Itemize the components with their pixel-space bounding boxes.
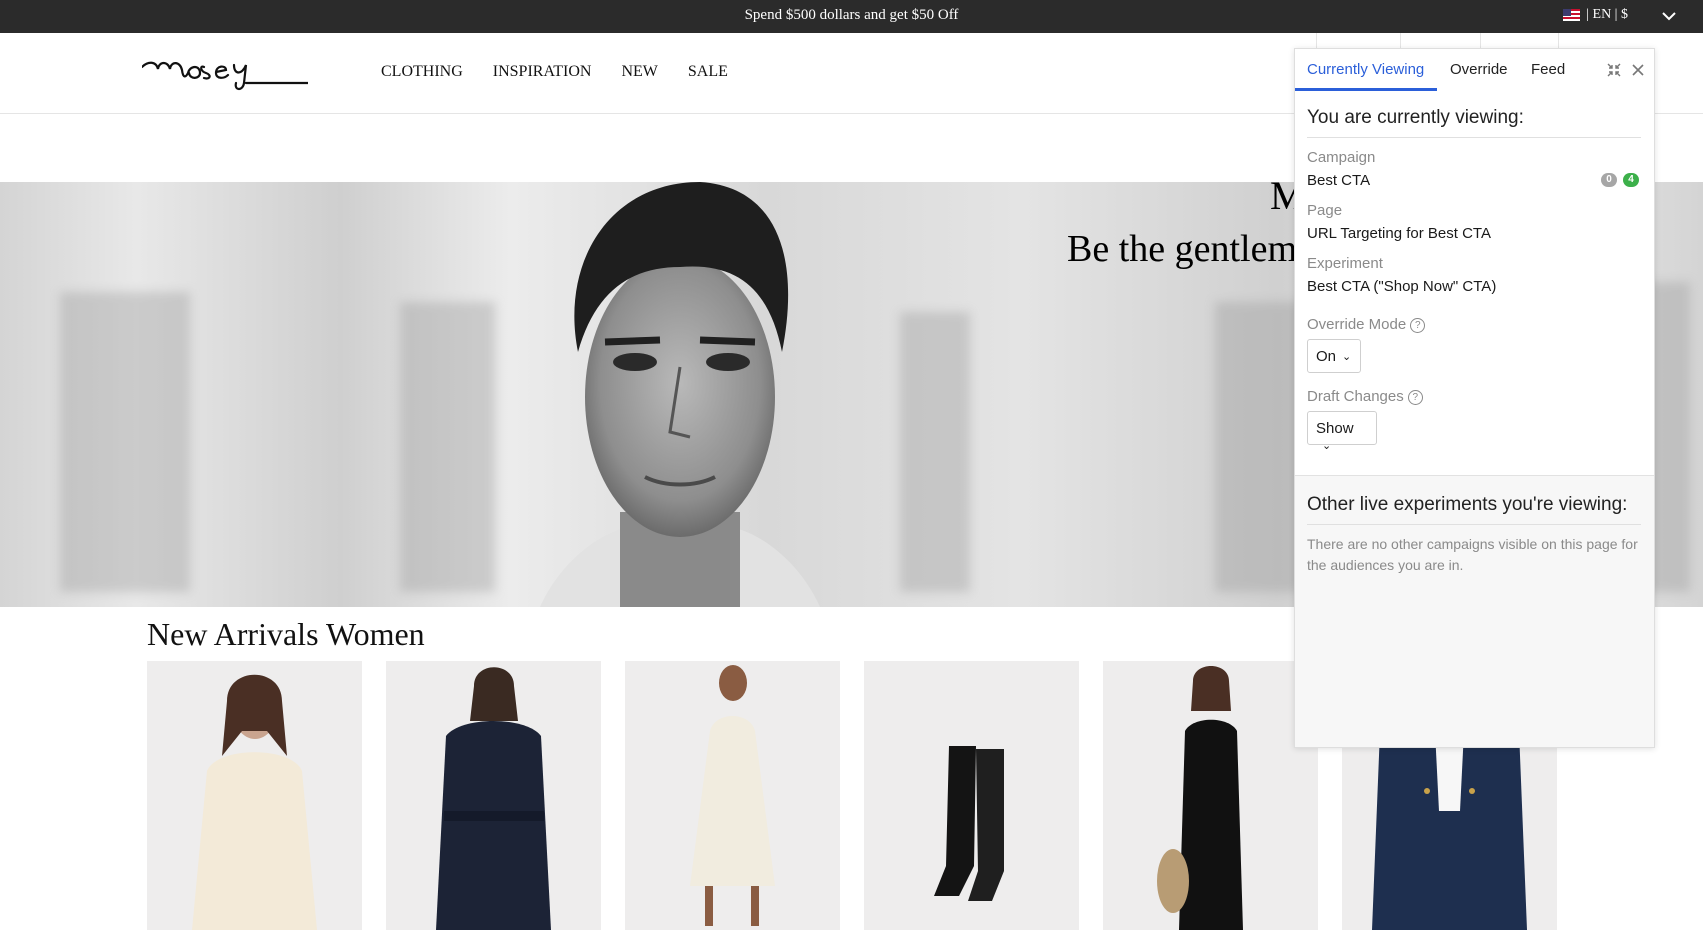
draft-changes-label: Draft Changes?	[1307, 388, 1423, 405]
new-arrivals-title: New Arrivals Women	[147, 616, 425, 652]
help-icon[interactable]: ?	[1407, 390, 1423, 405]
collapse-icon[interactable]	[1605, 61, 1623, 79]
nav-inspiration[interactable]: INSPIRATION	[493, 63, 592, 81]
locale-selector[interactable]: | EN | $	[1563, 7, 1628, 23]
campaign-value[interactable]: Best CTA	[1307, 172, 1370, 189]
divider	[1307, 524, 1641, 525]
cream-halter-dress-image	[690, 665, 775, 926]
mosey-logo[interactable]	[142, 53, 308, 93]
us-flag-icon	[1563, 9, 1581, 21]
override-mode-value: On	[1316, 348, 1337, 365]
tab-currently-viewing[interactable]: Currently Viewing	[1307, 61, 1424, 78]
campaign-label: Campaign	[1307, 149, 1376, 166]
nav-sale[interactable]: SALE	[688, 63, 728, 81]
draft-changes-value: Show	[1316, 420, 1354, 437]
hero-portrait-image	[540, 182, 820, 607]
black-tank-jumpsuit-image	[1157, 666, 1243, 930]
chevron-down-icon: ⌄	[1322, 440, 1332, 452]
other-experiments-heading: Other live experiments you're viewing:	[1307, 494, 1628, 515]
promo-bar: Spend $500 dollars and get $50 Off | EN …	[0, 0, 1703, 33]
product-card[interactable]	[625, 661, 840, 930]
panel-tabs: Currently Viewing Override Feed	[1295, 49, 1654, 91]
navy-belted-coat-image	[436, 667, 551, 930]
tab-override[interactable]: Override	[1450, 61, 1508, 78]
nav-clothing[interactable]: CLOTHING	[381, 63, 463, 81]
chevron-down-icon[interactable]	[1659, 6, 1679, 26]
other-experiments-message: There are no other campaigns visible on …	[1307, 536, 1638, 573]
divider	[1307, 137, 1641, 138]
experiment-panel: Currently Viewing Override Feed You are …	[1294, 48, 1655, 748]
override-mode-label: Override Mode?	[1307, 316, 1426, 333]
product-card[interactable]	[386, 661, 601, 930]
close-icon[interactable]	[1629, 61, 1647, 79]
panel-heading: You are currently viewing:	[1307, 107, 1524, 128]
badge-count: 4	[1623, 173, 1639, 187]
product-card[interactable]	[147, 661, 362, 930]
nav-new[interactable]: NEW	[621, 63, 657, 81]
black-knee-boots-image	[934, 746, 1004, 901]
hero-subtitle: Be the gentlema	[1067, 228, 1314, 270]
cream-shirt-image	[192, 674, 317, 930]
override-mode-text: Override Mode	[1307, 316, 1407, 333]
product-card[interactable]	[1103, 661, 1318, 930]
main-nav: CLOTHING INSPIRATION NEW SALE	[381, 63, 728, 81]
panel-current-section: Currently Viewing Override Feed You are …	[1295, 49, 1654, 476]
tab-feed[interactable]: Feed	[1531, 61, 1565, 78]
page-label: Page	[1307, 202, 1343, 219]
page-value[interactable]: URL Targeting for Best CTA	[1307, 225, 1491, 242]
override-mode-select[interactable]: On ⌄	[1307, 339, 1361, 373]
draft-changes-text: Draft Changes	[1307, 388, 1404, 405]
active-tab-indicator	[1295, 88, 1437, 91]
help-icon[interactable]: ?	[1410, 318, 1426, 333]
experiment-label: Experiment	[1307, 255, 1383, 272]
locale-text: | EN | $	[1586, 7, 1628, 22]
experiment-value[interactable]: Best CTA ("Shop Now" CTA)	[1307, 278, 1496, 295]
draft-changes-select[interactable]: Show ⌄	[1307, 411, 1377, 452]
product-card[interactable]	[864, 661, 1079, 930]
promo-message: Spend $500 dollars and get $50 Off	[744, 7, 959, 23]
badge-zero: 0	[1601, 173, 1617, 187]
chevron-down-icon: ⌄	[1342, 351, 1352, 363]
